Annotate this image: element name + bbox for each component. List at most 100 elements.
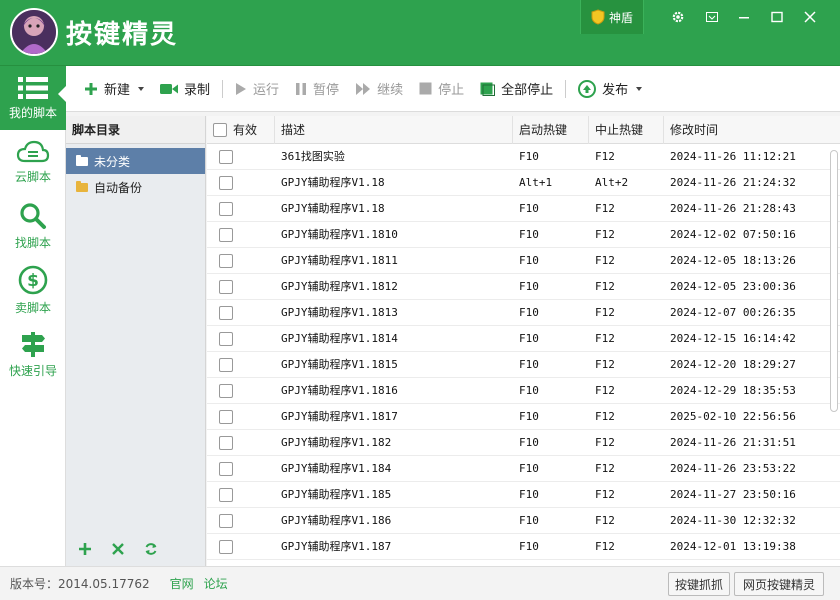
row-checkbox-cell[interactable] xyxy=(207,170,275,196)
avatar[interactable] xyxy=(10,8,58,56)
tree-item-uncategorized[interactable]: 未分类 xyxy=(66,148,205,174)
cell-modified-time: 2024-12-05 18:13:26 xyxy=(670,254,796,267)
table-row[interactable]: GPJY辅助程序V1.1812 F10 F12 2024-12-05 23:00:36 xyxy=(207,274,840,300)
maximize-button[interactable] xyxy=(765,6,789,28)
table-row[interactable]: GPJY辅助程序V1.18 F10 F12 2024-11-26 21:28:43 xyxy=(207,196,840,222)
cell-desc: GPJY辅助程序V1.1817 xyxy=(281,410,398,423)
sidebar-item-find-scripts[interactable]: 找脚本 xyxy=(0,194,66,258)
row-checkbox-cell[interactable] xyxy=(207,456,275,482)
row-checkbox-cell[interactable] xyxy=(207,352,275,378)
row-checkbox[interactable] xyxy=(219,540,233,554)
cell-desc: GPJY辅助程序V1.18 xyxy=(281,202,385,215)
table-row[interactable]: 361找图实验 F10 F12 2024-11-26 11:12:21 xyxy=(207,144,840,170)
minimize-button[interactable] xyxy=(732,6,756,28)
row-checkbox-cell[interactable] xyxy=(207,482,275,508)
shendun-label: 神盾 xyxy=(608,10,633,25)
row-checkbox-cell[interactable] xyxy=(207,534,275,560)
menu-button[interactable] xyxy=(700,6,724,28)
row-checkbox[interactable] xyxy=(219,384,233,398)
sidebar-item-sell-scripts[interactable]: $ 卖脚本 xyxy=(0,258,66,322)
capture-tool-button[interactable]: 按键抓抓 xyxy=(668,572,730,596)
table-row[interactable]: GPJY辅助程序V1.1815 F10 F12 2024-12-20 18:29:27 xyxy=(207,352,840,378)
delete-folder-icon[interactable] xyxy=(112,543,124,555)
row-checkbox[interactable] xyxy=(219,332,233,346)
settings-button[interactable] xyxy=(666,6,690,28)
row-checkbox-cell[interactable] xyxy=(207,508,275,534)
sidebar-item-cloud-scripts[interactable]: 云脚本 xyxy=(0,130,66,194)
table-row[interactable]: GPJY辅助程序V1.18 Alt+1 Alt+2 2024-11-26 21:24:… xyxy=(207,170,840,196)
resume-button[interactable]: 继续 xyxy=(347,74,411,104)
row-checkbox[interactable] xyxy=(219,176,233,190)
row-checkbox[interactable] xyxy=(219,280,233,294)
table-row[interactable]: GPJY辅助程序V1.182 F10 F12 2024-11-26 21:31:51 xyxy=(207,430,840,456)
stop-all-button[interactable]: 全部停止 xyxy=(472,74,561,104)
row-checkbox[interactable] xyxy=(219,254,233,268)
table-row[interactable]: GPJY辅助程序V1.1816 F10 F12 2024-12-29 18:35:53 xyxy=(207,378,840,404)
row-checkbox-cell[interactable] xyxy=(207,196,275,222)
stop-button[interactable]: 停止 xyxy=(411,74,472,104)
row-checkbox[interactable] xyxy=(219,410,233,424)
row-checkbox-cell[interactable] xyxy=(207,144,275,170)
vertical-scrollbar[interactable] xyxy=(829,146,839,566)
table-row[interactable]: GPJY辅助程序V1.185 F10 F12 2024-11-27 23:50:16 xyxy=(207,482,840,508)
column-header-stop[interactable]: 中止热键 xyxy=(589,116,664,144)
cell-stop-hotkey: F12 xyxy=(595,280,615,293)
forum-link[interactable]: 论坛 xyxy=(204,575,228,592)
row-checkbox-cell[interactable] xyxy=(207,300,275,326)
row-checkbox-cell[interactable] xyxy=(207,326,275,352)
row-checkbox-cell[interactable] xyxy=(207,222,275,248)
tree-item-auto-backup[interactable]: 自动备份 xyxy=(66,174,205,200)
row-checkbox[interactable] xyxy=(219,150,233,164)
row-checkbox[interactable] xyxy=(219,436,233,450)
table-row[interactable]: GPJY辅助程序V1.186 F10 F12 2024-11-30 12:32:32 xyxy=(207,508,840,534)
select-all-column[interactable]: 有效 xyxy=(207,116,275,144)
minimize-icon xyxy=(739,17,749,19)
column-header-time[interactable]: 修改时间 xyxy=(664,116,824,144)
add-folder-icon[interactable] xyxy=(78,542,92,556)
row-checkbox[interactable] xyxy=(219,514,233,528)
row-checkbox[interactable] xyxy=(219,306,233,320)
cell-modified-time: 2024-12-15 16:14:42 xyxy=(670,332,796,345)
table-row[interactable]: GPJY辅助程序V1.1811 F10 F12 2024-12-05 18:13:26 xyxy=(207,248,840,274)
row-checkbox-cell[interactable] xyxy=(207,404,275,430)
table-row[interactable]: GPJY辅助程序V1.1810 F10 F12 2024-12-02 07:50:16 xyxy=(207,222,840,248)
close-button[interactable] xyxy=(798,6,822,28)
sidebar-item-label: 我的脚本 xyxy=(8,105,57,120)
row-checkbox[interactable] xyxy=(219,488,233,502)
table-row[interactable]: GPJY辅助程序V1.187 F10 F12 2024-12-01 13:19:38 xyxy=(207,534,840,560)
row-checkbox-cell[interactable] xyxy=(207,248,275,274)
column-header-desc[interactable]: 描述 xyxy=(275,116,513,144)
cell-stop-hotkey: Alt+2 xyxy=(595,176,629,189)
cell-modified-time: 2025-02-10 22:56:56 xyxy=(670,410,796,423)
run-button[interactable]: 运行 xyxy=(227,74,287,104)
row-checkbox-cell[interactable] xyxy=(207,378,275,404)
pause-button[interactable]: 暂停 xyxy=(287,74,347,104)
web-automation-button[interactable]: 网页按键精灵 xyxy=(734,572,824,596)
refresh-icon[interactable] xyxy=(144,542,158,556)
tree-item-label: 未分类 xyxy=(94,154,131,169)
cell-desc: GPJY辅助程序V1.186 xyxy=(281,514,392,527)
table-row[interactable]: GPJY辅助程序V1.1813 F10 F12 2024-12-07 00:26:35 xyxy=(207,300,840,326)
new-button[interactable]: 新建 xyxy=(76,74,152,104)
row-checkbox[interactable] xyxy=(219,462,233,476)
shendun-button[interactable]: 神盾 xyxy=(580,0,644,34)
table-row[interactable]: GPJY辅助程序V1.1817 F10 F12 2025-02-10 22:56:56 xyxy=(207,404,840,430)
scrollbar-thumb[interactable] xyxy=(830,150,838,412)
cloud-icon xyxy=(16,140,50,162)
table-row[interactable]: GPJY辅助程序V1.184 F10 F12 2024-11-26 23:53:22 xyxy=(207,456,840,482)
row-checkbox-cell[interactable] xyxy=(207,274,275,300)
cell-stop-hotkey: F12 xyxy=(595,462,615,475)
official-site-link[interactable]: 官网 xyxy=(170,575,194,592)
sidebar-item-my-scripts[interactable]: 我的脚本 xyxy=(0,66,66,130)
cell-modified-time: 2024-12-07 00:26:35 xyxy=(670,306,796,319)
row-checkbox[interactable] xyxy=(219,202,233,216)
select-all-checkbox[interactable] xyxy=(213,123,227,137)
table-row[interactable]: GPJY辅助程序V1.1814 F10 F12 2024-12-15 16:14:42 xyxy=(207,326,840,352)
sidebar-item-quick-guide[interactable]: 快速引导 xyxy=(0,322,66,386)
row-checkbox[interactable] xyxy=(219,358,233,372)
row-checkbox-cell[interactable] xyxy=(207,430,275,456)
publish-button[interactable]: 发布 xyxy=(570,74,650,104)
record-button[interactable]: 录制 xyxy=(152,74,218,104)
row-checkbox[interactable] xyxy=(219,228,233,242)
column-header-start[interactable]: 启动热键 xyxy=(513,116,589,144)
